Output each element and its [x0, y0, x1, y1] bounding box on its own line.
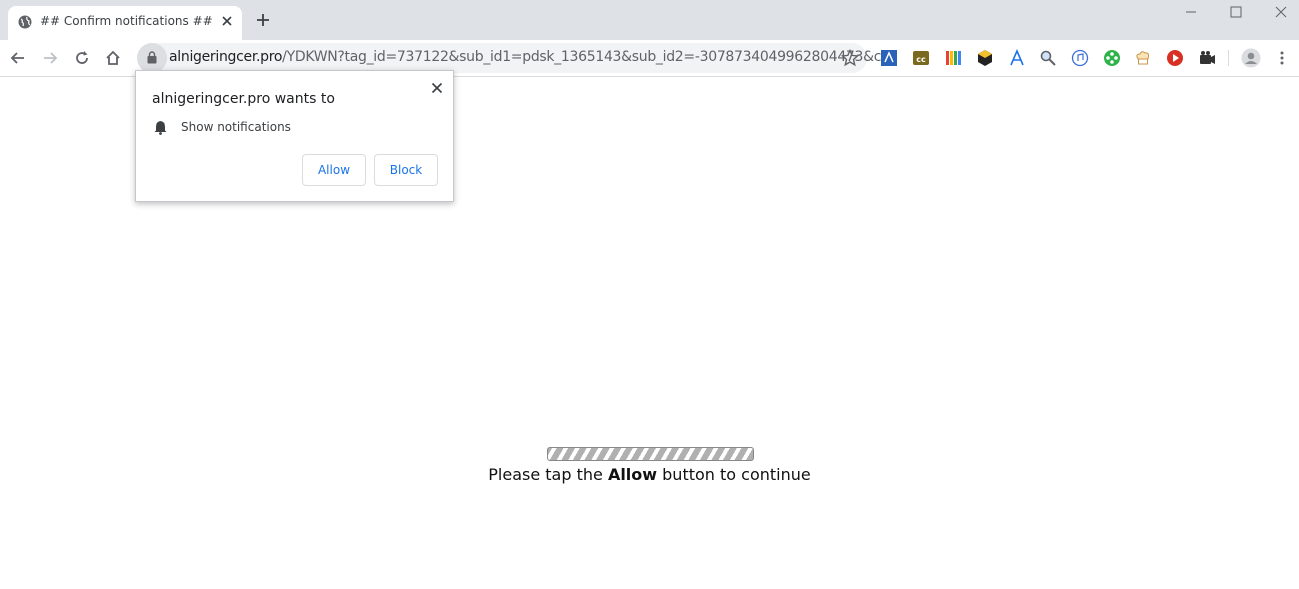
new-tab-plus-icon[interactable]	[254, 11, 272, 29]
svg-text:cc: cc	[916, 55, 926, 64]
tab-title: ## Confirm notifications ##	[40, 14, 213, 28]
popup-close-icon[interactable]	[429, 80, 445, 96]
ext-chef-hat-icon[interactable]	[1134, 49, 1152, 67]
browser-tab[interactable]: ## Confirm notifications ##	[8, 6, 242, 40]
url-path: /YDKWN?tag_id=737122&sub_id1=pdsk_136514…	[282, 49, 894, 65]
bookmark-star-icon[interactable]	[841, 49, 859, 67]
ext-camera-icon[interactable]	[1198, 49, 1216, 67]
instruction-message: Please tap the Allow button to continue	[0, 465, 1299, 484]
profile-avatar-icon[interactable]	[1241, 48, 1261, 68]
url-text: alnigeringcer.pro/YDKWN?tag_id=737122&su…	[169, 49, 894, 65]
ext-blue-icon[interactable]	[880, 49, 898, 67]
message-after: button to continue	[657, 465, 811, 484]
bell-icon	[154, 121, 167, 135]
ext-film-reel-icon[interactable]	[1103, 49, 1121, 67]
menu-kebab-icon[interactable]	[1273, 49, 1291, 67]
message-allow-bold: Allow	[607, 465, 658, 484]
minimize-icon[interactable]	[1181, 4, 1201, 20]
allow-button[interactable]: Allow	[302, 154, 366, 186]
notification-permission-popup: alnigeringcer.pro wants to Show notifica…	[135, 70, 454, 202]
loading-progress-bar	[547, 447, 754, 461]
tab-strip: ## Confirm notifications ##	[0, 0, 1299, 40]
toolbar-divider	[1228, 50, 1229, 66]
ext-magnifier-icon[interactable]	[1039, 49, 1057, 67]
tab-close-icon[interactable]	[218, 12, 236, 30]
permission-label: Show notifications	[181, 120, 291, 134]
globe-icon	[18, 15, 32, 29]
home-icon[interactable]	[103, 48, 123, 68]
ext-letter-a-icon[interactable]	[1008, 49, 1026, 67]
lock-icon	[147, 51, 157, 64]
ext-red-play-icon[interactable]	[1166, 49, 1184, 67]
ext-music-icon[interactable]	[1071, 49, 1089, 67]
ext-cube-icon[interactable]	[976, 49, 994, 67]
back-arrow-icon[interactable]	[8, 48, 28, 68]
ext-cc-icon[interactable]: cc	[912, 49, 930, 67]
window-close-icon[interactable]	[1271, 4, 1291, 20]
forward-arrow-icon[interactable]	[40, 48, 60, 68]
message-before: Please tap the	[488, 465, 608, 484]
address-bar[interactable]: alnigeringcer.pro/YDKWN?tag_id=737122&su…	[137, 43, 894, 73]
reload-icon[interactable]	[72, 48, 92, 68]
site-info-button[interactable]	[137, 43, 167, 73]
ext-books-icon[interactable]	[944, 49, 962, 67]
block-button[interactable]: Block	[374, 154, 438, 186]
url-host: alnigeringcer.pro	[169, 49, 283, 65]
maximize-icon[interactable]	[1226, 4, 1246, 20]
popup-title: alnigeringcer.pro wants to	[152, 91, 335, 107]
